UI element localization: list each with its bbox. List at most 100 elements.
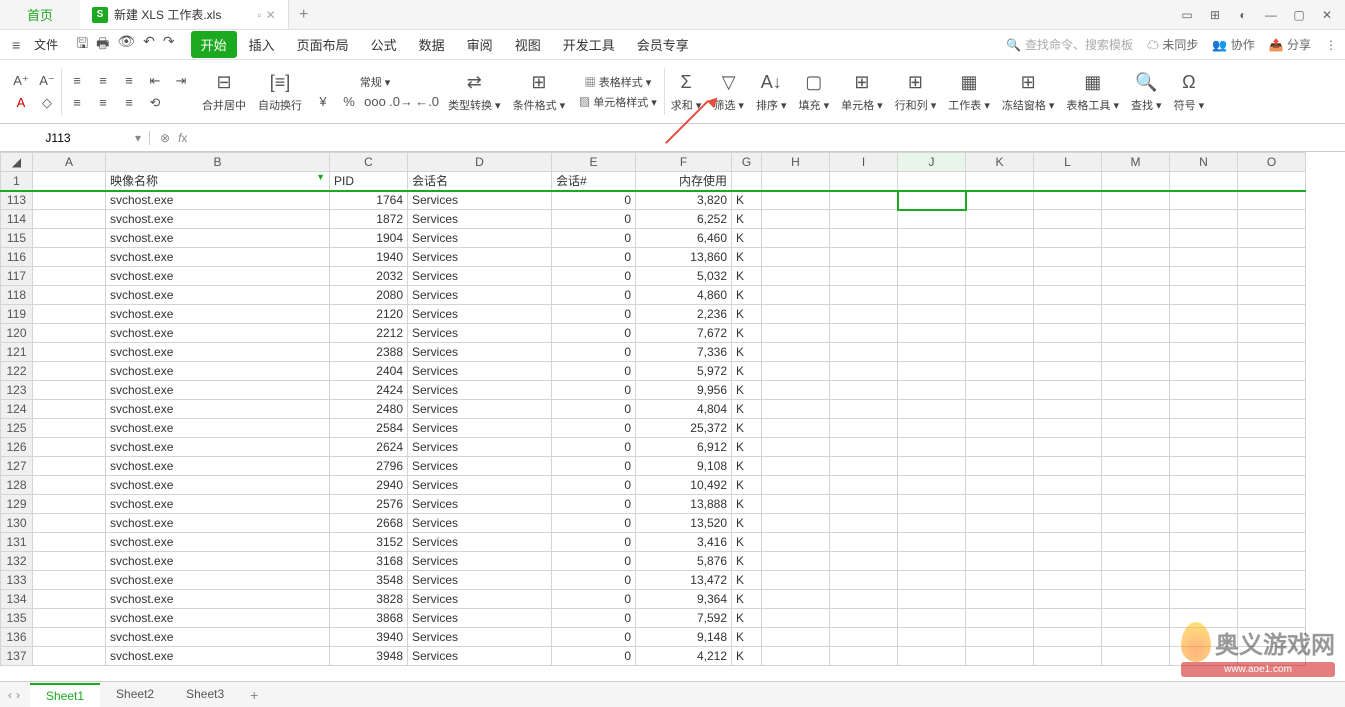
- cell[interactable]: 1764: [330, 191, 408, 210]
- cell[interactable]: [1102, 400, 1170, 419]
- cell[interactable]: Services: [408, 495, 552, 514]
- name-box-input[interactable]: [8, 131, 108, 145]
- cell[interactable]: 0: [552, 571, 636, 590]
- cell[interactable]: 2796: [330, 457, 408, 476]
- cell[interactable]: [1238, 647, 1306, 666]
- cell[interactable]: K: [732, 552, 762, 571]
- cell[interactable]: [898, 381, 966, 400]
- cell[interactable]: 0: [552, 628, 636, 647]
- fx-icon[interactable]: fx: [178, 131, 187, 145]
- row-header[interactable]: 1: [1, 172, 33, 191]
- col-header-J[interactable]: J: [898, 153, 966, 172]
- cell[interactable]: [966, 514, 1034, 533]
- cell[interactable]: 4,860: [636, 286, 732, 305]
- cell[interactable]: 3948: [330, 647, 408, 666]
- cell[interactable]: [1102, 381, 1170, 400]
- cell[interactable]: [1170, 476, 1238, 495]
- col-header-A[interactable]: A: [33, 153, 106, 172]
- filter-button[interactable]: ▽筛选 ▾: [707, 71, 750, 113]
- cell[interactable]: 5,972: [636, 362, 732, 381]
- cell[interactable]: [1034, 305, 1102, 324]
- cell[interactable]: Services: [408, 191, 552, 210]
- cell[interactable]: [1034, 476, 1102, 495]
- ribbon-tab-7[interactable]: 开发工具: [553, 31, 625, 58]
- sort-button[interactable]: A↓排序 ▾: [750, 71, 793, 113]
- cell[interactable]: K: [732, 381, 762, 400]
- cell[interactable]: K: [732, 647, 762, 666]
- cell[interactable]: [830, 628, 898, 647]
- cell[interactable]: 2480: [330, 400, 408, 419]
- cell[interactable]: [1238, 381, 1306, 400]
- cell[interactable]: Services: [408, 590, 552, 609]
- cell[interactable]: 0: [552, 419, 636, 438]
- row-header[interactable]: 134: [1, 590, 33, 609]
- cell[interactable]: K: [732, 191, 762, 210]
- cell[interactable]: [830, 229, 898, 248]
- align-bot-icon[interactable]: ≡: [118, 71, 140, 91]
- cell[interactable]: [1238, 514, 1306, 533]
- cell[interactable]: [1170, 552, 1238, 571]
- cell[interactable]: [1034, 533, 1102, 552]
- header-cell[interactable]: 映像名称▼: [106, 172, 330, 191]
- cell[interactable]: [762, 571, 830, 590]
- cell[interactable]: [1034, 609, 1102, 628]
- cell[interactable]: [33, 324, 106, 343]
- cell[interactable]: [898, 609, 966, 628]
- cell[interactable]: [1238, 590, 1306, 609]
- cell[interactable]: 2584: [330, 419, 408, 438]
- cell[interactable]: [33, 476, 106, 495]
- cell[interactable]: [33, 495, 106, 514]
- cell[interactable]: 3,820: [636, 191, 732, 210]
- font-dec-icon[interactable]: A⁻: [36, 71, 58, 91]
- cell[interactable]: [1034, 552, 1102, 571]
- col-header-G[interactable]: G: [732, 153, 762, 172]
- cell[interactable]: K: [732, 533, 762, 552]
- cell[interactable]: svchost.exe: [106, 267, 330, 286]
- cell[interactable]: K: [732, 590, 762, 609]
- row-header[interactable]: 119: [1, 305, 33, 324]
- cell[interactable]: [1102, 191, 1170, 210]
- cell[interactable]: [1170, 324, 1238, 343]
- cell[interactable]: 0: [552, 362, 636, 381]
- cell[interactable]: [1170, 457, 1238, 476]
- cell[interactable]: [1034, 210, 1102, 229]
- header-cell[interactable]: 会话#: [552, 172, 636, 191]
- cell[interactable]: Services: [408, 419, 552, 438]
- cell[interactable]: [1102, 647, 1170, 666]
- spreadsheet-grid[interactable]: ◢ABCDEFGHIJKLMNO 1 映像名称▼ PID 会话名 会话# 内存使…: [0, 152, 1345, 691]
- row-header[interactable]: 124: [1, 400, 33, 419]
- cell[interactable]: 2940: [330, 476, 408, 495]
- cell[interactable]: Services: [408, 457, 552, 476]
- cell[interactable]: [898, 362, 966, 381]
- tab-close-icon[interactable]: ✕: [266, 8, 276, 22]
- cell[interactable]: [898, 514, 966, 533]
- cell[interactable]: [1238, 495, 1306, 514]
- freeze-button[interactable]: ⊞冻结窗格 ▾: [996, 71, 1061, 113]
- cell[interactable]: [830, 495, 898, 514]
- tab-file[interactable]: S 新建 XLS 工作表.xls ▫ ✕: [80, 0, 289, 29]
- cell[interactable]: [898, 229, 966, 248]
- tab-menu-icon[interactable]: ▫: [257, 8, 261, 22]
- cell[interactable]: Services: [408, 628, 552, 647]
- cell[interactable]: [762, 191, 830, 210]
- table-style-button[interactable]: ▦ 表格样式 ▾: [581, 72, 656, 92]
- cell[interactable]: [898, 191, 966, 210]
- cell[interactable]: [898, 647, 966, 666]
- cell[interactable]: 0: [552, 286, 636, 305]
- cell[interactable]: [1238, 609, 1306, 628]
- cell[interactable]: 0: [552, 457, 636, 476]
- cell[interactable]: [1102, 628, 1170, 647]
- align-mid-icon[interactable]: ≡: [92, 71, 114, 91]
- cell[interactable]: [966, 552, 1034, 571]
- cell[interactable]: [966, 286, 1034, 305]
- cell[interactable]: [762, 210, 830, 229]
- cell[interactable]: 2404: [330, 362, 408, 381]
- cell[interactable]: [1034, 571, 1102, 590]
- cell[interactable]: 3868: [330, 609, 408, 628]
- sheet-button[interactable]: ▦工作表 ▾: [942, 71, 996, 113]
- cell[interactable]: [898, 305, 966, 324]
- cell[interactable]: [830, 571, 898, 590]
- cell[interactable]: [830, 267, 898, 286]
- inc-decimal-icon[interactable]: .0→: [390, 92, 412, 112]
- cell[interactable]: [1102, 552, 1170, 571]
